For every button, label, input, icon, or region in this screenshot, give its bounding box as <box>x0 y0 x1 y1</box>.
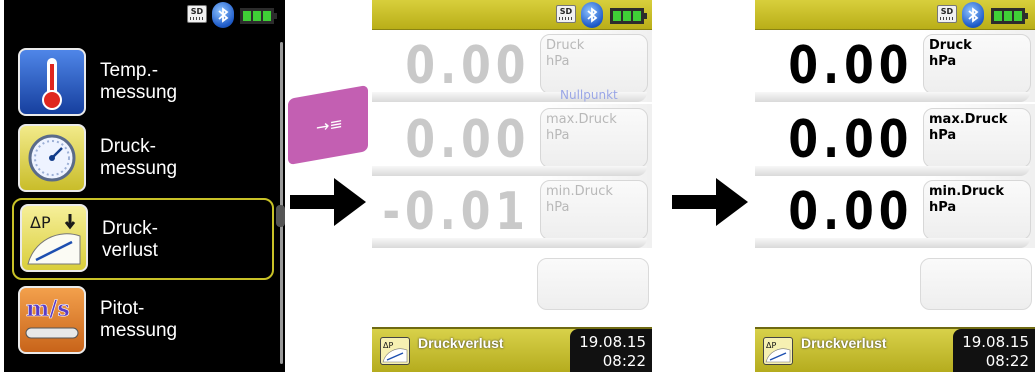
footer-bar: ΔP Druckverlust 19.08.15 08:22 <box>372 327 652 372</box>
arrow-right-icon <box>290 178 366 226</box>
menu-scrollbar[interactable] <box>280 42 283 364</box>
svg-text:m/s: m/s <box>26 296 70 322</box>
measurement-label: min.Druck <box>929 184 1005 199</box>
menu-label: Druck-messung <box>100 136 178 179</box>
measurement-value: 0.00 <box>405 36 530 96</box>
menu-scrollbar-thumb[interactable] <box>276 205 285 227</box>
pressure-loss-icon: ΔP <box>380 337 410 365</box>
measurement-value: 0.00 <box>788 36 913 96</box>
menu-item-druck-messung[interactable]: Druck-messung <box>12 118 274 200</box>
menu-label: Pitot-messung <box>100 298 178 341</box>
sd-card-icon: SD <box>556 5 576 23</box>
measurement-unit: hPa <box>546 128 570 143</box>
measurement-row-min-druck: -0.01 min.Druck hPa <box>372 176 652 248</box>
bluetooth-icon <box>581 2 603 28</box>
menu-label: Druck-verlust <box>102 218 158 261</box>
empty-measurement-slot <box>537 258 649 310</box>
time: 08:22 <box>602 352 646 370</box>
measurement-unit: hPa <box>929 54 957 69</box>
arrow-to-list-icon: →≡ <box>316 113 343 138</box>
measurement-label: max.Druck <box>546 112 617 127</box>
measurement-unit: hPa <box>929 128 957 143</box>
pitot-tube-icon: m/s <box>18 286 86 354</box>
measurement-row-max-druck: 0.00 max.Druck hPa <box>755 104 1035 176</box>
menu-item-pitot-messung[interactable]: m/s Pitot-messung <box>12 280 274 362</box>
measurement-unit: hPa <box>546 200 570 215</box>
date: 19.08.15 <box>962 333 1029 351</box>
measurement-value: 0.00 <box>788 110 913 170</box>
measurement-screen-before: SD 0.00 Druck hPa Nullpunkt 0.00 max.Dru… <box>372 0 652 372</box>
date: 19.08.15 <box>579 333 646 351</box>
svg-text:ΔP: ΔP <box>30 213 51 232</box>
menu-item-druck-verlust[interactable]: ΔP Druck-verlust <box>12 198 274 280</box>
measurement-row-min-druck: 0.00 min.Druck hPa <box>755 176 1035 248</box>
bluetooth-icon <box>212 2 234 28</box>
hold-values-key-button[interactable]: →≡ <box>288 84 368 166</box>
svg-text:ΔP: ΔP <box>383 341 393 350</box>
measurement-label: min.Druck <box>546 184 613 199</box>
svg-text:ΔP: ΔP <box>766 341 776 350</box>
time: 08:22 <box>985 352 1029 370</box>
measurement-value: -0.01 <box>382 182 530 242</box>
battery-icon <box>240 8 277 24</box>
measurement-label: max.Druck <box>929 112 1008 127</box>
measurement-value: 0.00 <box>788 182 913 242</box>
date-time: 19.08.15 08:22 <box>570 329 652 372</box>
measurement-row-max-druck: 0.00 max.Druck hPa <box>372 104 652 176</box>
bluetooth-icon <box>962 2 984 28</box>
measurement-value: 0.00 <box>405 110 530 170</box>
pressure-loss-icon: ΔP <box>20 204 88 272</box>
empty-measurement-slot <box>920 258 1032 310</box>
pressure-gauge-icon <box>18 124 86 192</box>
measurement-label: Druck <box>546 38 585 53</box>
status-bar: SD <box>372 0 652 30</box>
nullpunkt-hint: Nullpunkt <box>560 88 618 102</box>
battery-icon <box>991 8 1028 24</box>
program-name: Druckverlust <box>418 335 504 351</box>
arrow-right-icon <box>672 178 748 226</box>
measurement-row-druck: 0.00 Druck hPa <box>755 30 1035 102</box>
measurement-unit: hPa <box>929 200 957 215</box>
measurement-screen-after: SD 0.00 Druck hPa 0.00 max.Druck hPa 0.0… <box>755 0 1035 372</box>
status-bar: SD <box>4 0 285 30</box>
menu-item-temp-messung[interactable]: Temp.- messung <box>12 42 274 124</box>
sd-card-icon: SD <box>187 5 207 23</box>
sd-card-icon: SD <box>937 5 957 23</box>
program-name: Druckverlust <box>801 335 887 351</box>
program-menu-screen: SD Temp.- messung Druck-messung ΔP Druck… <box>4 0 285 372</box>
date-time: 19.08.15 08:22 <box>953 329 1035 372</box>
measurement-unit: hPa <box>546 54 570 69</box>
footer-bar: ΔP Druckverlust 19.08.15 08:22 <box>755 327 1035 372</box>
battery-icon <box>610 8 647 24</box>
menu-label: Temp.- messung <box>100 60 178 103</box>
thermometer-icon <box>18 48 86 116</box>
status-bar: SD <box>755 0 1035 30</box>
pressure-loss-icon: ΔP <box>763 337 793 365</box>
measurement-label: Druck <box>929 38 972 53</box>
